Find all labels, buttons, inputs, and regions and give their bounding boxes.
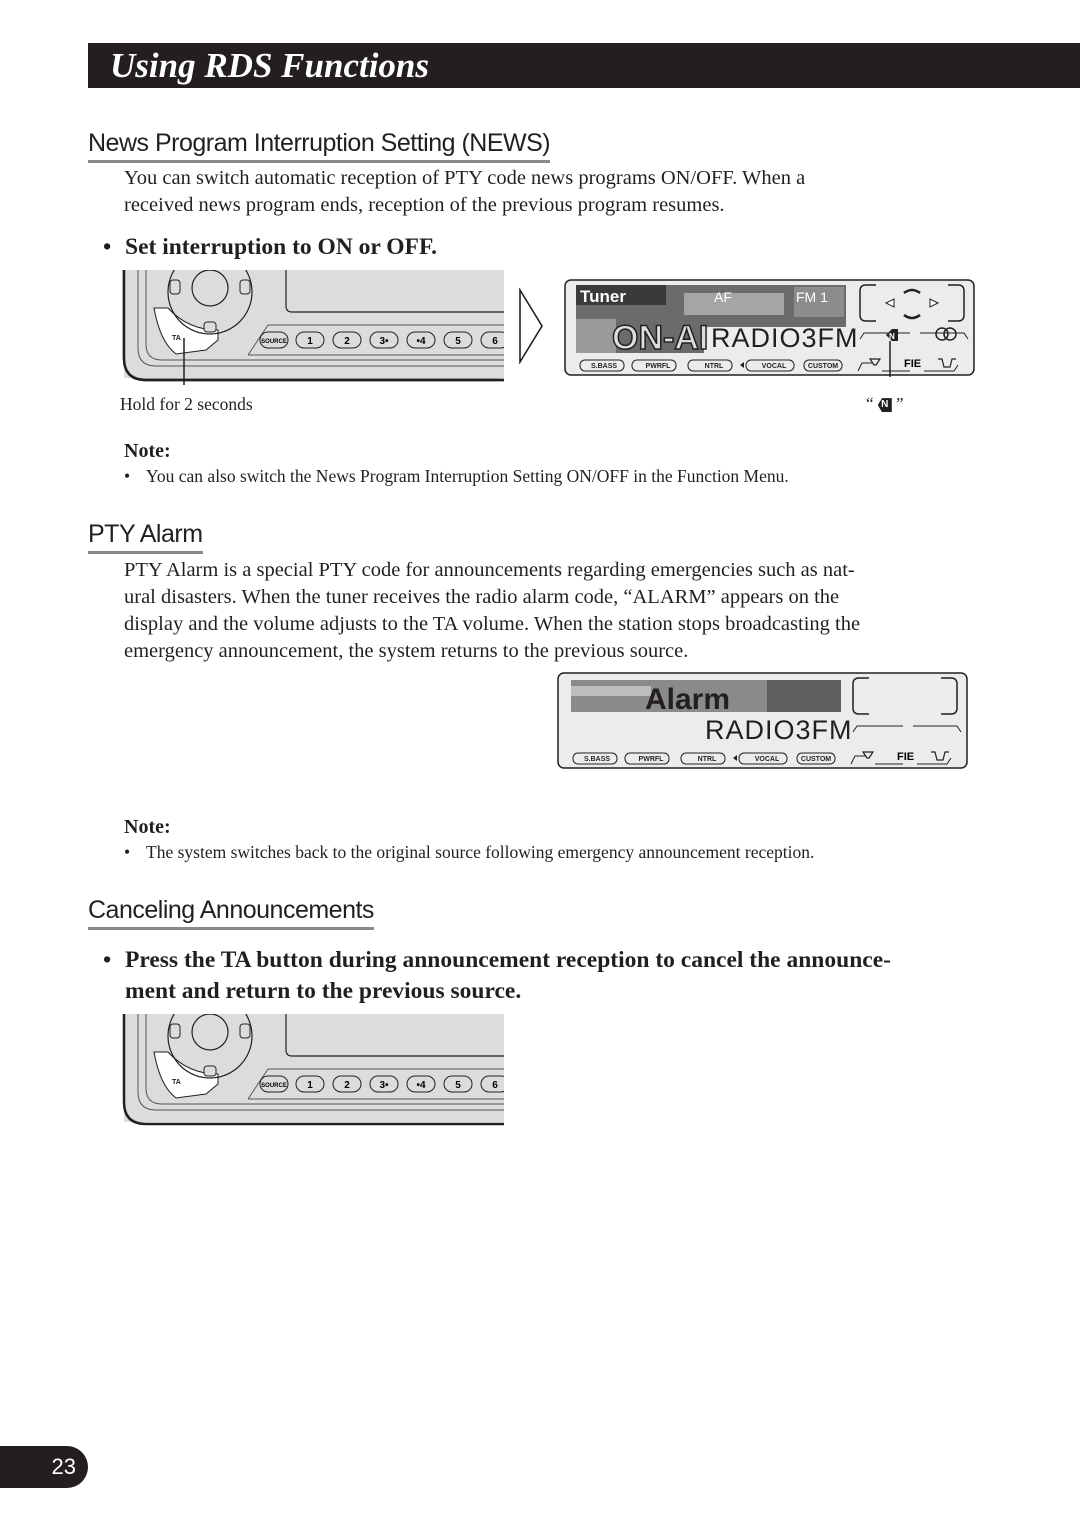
eq-sbass: S.BASS — [591, 363, 617, 370]
ta-button-label: TA — [172, 335, 181, 342]
bullet-icon: • — [103, 947, 112, 973]
bullet-icon: • — [124, 466, 131, 486]
preset-button-5[interactable]: 5 — [455, 336, 461, 347]
on-air-banner: ON-AI — [612, 319, 708, 357]
preset-button-5[interactable]: 5 — [455, 1080, 461, 1091]
section-heading-canceling: Canceling Announcements — [88, 895, 374, 930]
bullet-icon: • — [103, 234, 112, 260]
alarm-body: PTY Alarm is a special PTY code for anno… — [124, 557, 860, 665]
body-line: PTY Alarm is a special PTY code for anno… — [124, 559, 855, 581]
body-line: received news program ends, reception of… — [124, 194, 725, 216]
af-label: AF — [714, 289, 732, 305]
eq-pwrfl: PWRFL — [646, 363, 672, 370]
note-alarm: • The system switches back to the origina… — [124, 842, 815, 862]
hold-caption: Hold for 2 seconds — [120, 394, 253, 414]
instruction-text: Set interruption to ON or OFF. — [125, 234, 438, 260]
preset-button-1[interactable]: 1 — [307, 336, 313, 347]
arrow-right-icon — [519, 288, 543, 364]
bullet-icon: • — [124, 842, 131, 862]
svg-text:N: N — [889, 332, 895, 341]
chapter-title: Using RDS Functions — [110, 46, 430, 85]
station-name: RADIO3FM — [711, 323, 859, 353]
page-number-tab: 23 — [0, 1446, 88, 1488]
section-heading-news: News Program Interruption Setting (NEWS) — [88, 128, 551, 163]
preset-button-2[interactable]: 2 — [344, 1080, 350, 1091]
instruction-text: Press the TA button during announcement … — [125, 947, 891, 973]
eq-ntrl: NTRL — [705, 363, 724, 370]
news-indicator-icon: N — [877, 398, 892, 413]
display-news: Tuner AF FM 1 ON-AI RADIO3FM N S.BASS PW… — [564, 279, 975, 377]
preset-button-1[interactable]: 1 — [307, 1080, 313, 1091]
preset-button-3[interactable]: 3• — [379, 336, 389, 347]
page-number: 23 — [51, 1454, 76, 1479]
note-news: • You can also switch the News Program In… — [124, 466, 789, 486]
eq-custom: CUSTOM — [801, 756, 831, 763]
note-heading: Note: — [124, 440, 171, 462]
display-alarm: Alarm RADIO3FM S.BASS PWRFL NTRL VOCAL C… — [557, 672, 968, 769]
head-unit-illustration: TA SOURCE 1 2 3• •4 5 6 — [122, 270, 508, 385]
body-line: You can switch automatic reception of PT… — [124, 167, 806, 189]
ta-button-label: TA — [172, 1079, 181, 1086]
instruction-set-interruption: • Set interruption to ON or OFF. — [103, 232, 437, 263]
chapter-header: Using RDS Functions — [88, 43, 1080, 88]
band-label: FM 1 — [796, 289, 828, 305]
news-body: You can switch automatic reception of PT… — [124, 165, 805, 219]
preset-button-2[interactable]: 2 — [344, 336, 350, 347]
section-heading-pty-alarm: PTY Alarm — [88, 519, 203, 554]
instruction-text: ment and return to the previous source. — [125, 978, 522, 1004]
body-line: emergency announcement, the system retur… — [124, 640, 689, 662]
eq-pwrfl: PWRFL — [639, 756, 665, 763]
fie-label: FIE — [904, 358, 921, 370]
eq-ntrl: NTRL — [698, 756, 717, 763]
source-label: Tuner — [580, 287, 626, 306]
eq-custom: CUSTOM — [808, 363, 838, 370]
preset-button-6[interactable]: 6 — [492, 1080, 498, 1091]
eq-vocal: VOCAL — [755, 756, 780, 763]
news-indicator-caption: “ N ” — [866, 394, 904, 413]
alarm-banner: Alarm — [645, 683, 730, 716]
note-heading: Note: — [124, 816, 171, 838]
source-button[interactable]: SOURCE — [261, 339, 287, 345]
source-button[interactable]: SOURCE — [261, 1083, 287, 1089]
head-unit-illustration: TA SOURCE 1 2 3• •4 5 6 — [122, 1014, 508, 1129]
preset-button-4[interactable]: •4 — [416, 1080, 426, 1091]
eq-sbass: S.BASS — [584, 756, 610, 763]
preset-button-6[interactable]: 6 — [492, 336, 498, 347]
instruction-cancel: • Press the TA button during announcemen… — [103, 945, 891, 1004]
preset-button-4[interactable]: •4 — [416, 336, 426, 347]
preset-button-3[interactable]: 3• — [379, 1080, 389, 1091]
body-line: display and the volume adjusts to the TA… — [124, 613, 861, 635]
eq-vocal: VOCAL — [762, 363, 787, 370]
station-name: RADIO3FM — [705, 715, 853, 745]
body-line: ural disasters. When the tuner receives … — [124, 586, 840, 608]
fie-label: FIE — [897, 751, 914, 763]
